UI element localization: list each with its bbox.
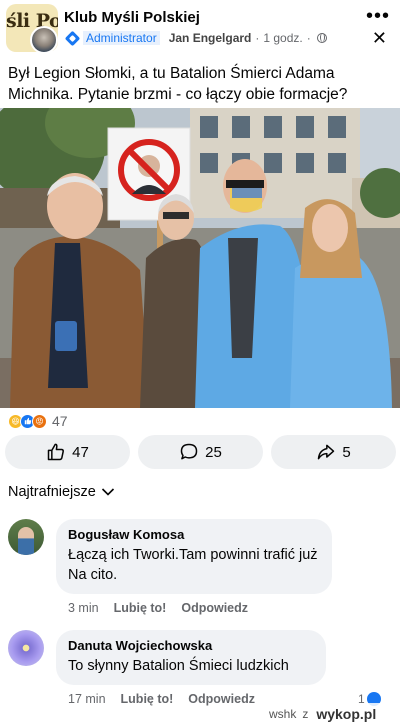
- meta-separator-2: ·: [306, 31, 311, 45]
- post-meta: Administrator Jan Engelgard · 1 godz. ·: [64, 30, 327, 46]
- like-button[interactable]: 47: [5, 435, 130, 469]
- comment-actions: 3 min Lubię to! Odpowiedz: [68, 601, 263, 615]
- comment-like-button[interactable]: Lubię to!: [121, 692, 174, 706]
- comment-like-button[interactable]: Lubię to!: [114, 601, 167, 615]
- comment-count: 25: [205, 443, 222, 461]
- share-icon: [318, 444, 335, 460]
- thumbs-up-icon: [47, 443, 65, 461]
- more-horizontal-icon[interactable]: •••: [366, 6, 390, 26]
- angry-reaction-icon: 😡: [32, 413, 47, 429]
- photo-illustration: [0, 108, 400, 408]
- comment-reply-button[interactable]: Odpowiedz: [181, 601, 248, 615]
- post-header: śli Pol: Klub Myśli Polskiej Administrat…: [0, 0, 400, 56]
- reaction-count: 47: [52, 413, 68, 429]
- role-badge: Administrator: [83, 31, 160, 45]
- reactions-summary[interactable]: 😆 😡 47: [8, 412, 68, 430]
- comment-time[interactable]: 3 min: [68, 601, 99, 615]
- meta-separator: ·: [255, 31, 260, 45]
- like-count: 47: [72, 443, 89, 461]
- comment-bubble[interactable]: Bogusław Komosa Łączą ich Tworki.Tam pow…: [56, 519, 332, 594]
- close-icon[interactable]: ✕: [372, 28, 387, 49]
- comment-icon: [180, 443, 198, 460]
- watermark-user: wshk: [269, 707, 297, 721]
- comment-actions: 17 min Lubię to! Odpowiedz: [68, 692, 270, 706]
- watermark-letter: z: [302, 707, 309, 721]
- comment-reply-button[interactable]: Odpowiedz: [188, 692, 255, 706]
- globe-icon: [316, 33, 327, 43]
- chevron-down-icon: [101, 488, 114, 496]
- comment-text: Łączą ich Tworki.Tam powinni trafić już …: [68, 547, 318, 583]
- group-name[interactable]: Klub Myśli Polskiej: [64, 9, 200, 26]
- commenter-name[interactable]: Bogusław Komosa: [68, 527, 320, 542]
- comment-time[interactable]: 17 min: [68, 692, 106, 706]
- comment-bubble[interactable]: Danuta Wojciechowska To słynny Batalion …: [56, 630, 326, 685]
- post-text: Był Legion Słomki, a tu Batalion Śmierci…: [8, 65, 348, 103]
- admin-badge-icon: [64, 30, 81, 46]
- post-photo[interactable]: [0, 108, 400, 408]
- watermark: wshk z wykop.pl: [265, 703, 381, 725]
- commenter-name[interactable]: Danuta Wojciechowska: [68, 638, 314, 653]
- comments-sort-label: Najtrafniejsze: [8, 484, 96, 500]
- author-avatar[interactable]: [30, 26, 58, 54]
- commenter-avatar[interactable]: [8, 630, 44, 666]
- comment-text: To słynny Batalion Śmieci ludzkich: [68, 658, 289, 674]
- comments-sort-dropdown[interactable]: Najtrafniejsze: [8, 484, 115, 500]
- author-name[interactable]: Jan Engelgard: [169, 31, 252, 45]
- comment-button[interactable]: 25: [138, 435, 263, 469]
- share-button[interactable]: 5: [271, 435, 396, 469]
- commenter-avatar[interactable]: [8, 519, 44, 555]
- share-count: 5: [342, 443, 351, 461]
- post-time[interactable]: 1 godz.: [263, 31, 302, 45]
- watermark-site: wykop.pl: [316, 706, 377, 722]
